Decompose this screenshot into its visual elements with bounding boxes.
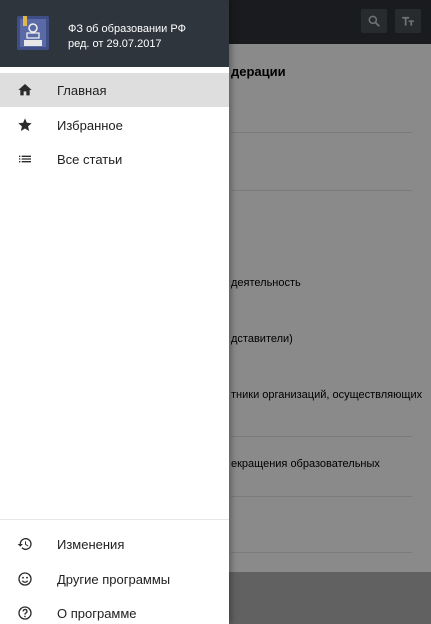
nav-item-label: О программе xyxy=(57,605,137,621)
drawer-header: ФЗ об образовании РФ ред. от 29.07.2017 xyxy=(0,0,229,67)
nav-item-other-apps[interactable]: Другие программы xyxy=(0,562,229,596)
nav-item-about[interactable]: О программе xyxy=(0,596,229,624)
nav-item-label: Избранное xyxy=(57,117,123,133)
list-icon xyxy=(16,150,34,168)
nav-item-home[interactable]: Главная xyxy=(0,73,229,107)
home-icon xyxy=(16,81,34,99)
app-edition: ред. от 29.07.2017 xyxy=(68,38,162,50)
star-icon xyxy=(16,116,34,134)
history-icon xyxy=(16,535,34,553)
nav-item-all-articles[interactable]: Все статьи xyxy=(0,142,229,176)
drawer-divider xyxy=(0,519,229,520)
navigation-drawer: ФЗ об образовании РФ ред. от 29.07.2017 … xyxy=(0,0,229,624)
nav-item-label: Другие программы xyxy=(57,571,171,587)
help-icon xyxy=(16,604,34,622)
nav-item-label: Все статьи xyxy=(57,151,123,167)
app-logo-icon xyxy=(17,16,49,50)
app-title: ФЗ об образовании РФ xyxy=(68,23,186,35)
nav-item-favorites[interactable]: Избранное xyxy=(0,108,229,142)
nav-item-label: Изменения xyxy=(57,536,125,552)
nav-item-label: Главная xyxy=(57,82,107,98)
nav-item-changes[interactable]: Изменения xyxy=(0,527,229,561)
smiley-icon xyxy=(16,570,34,588)
